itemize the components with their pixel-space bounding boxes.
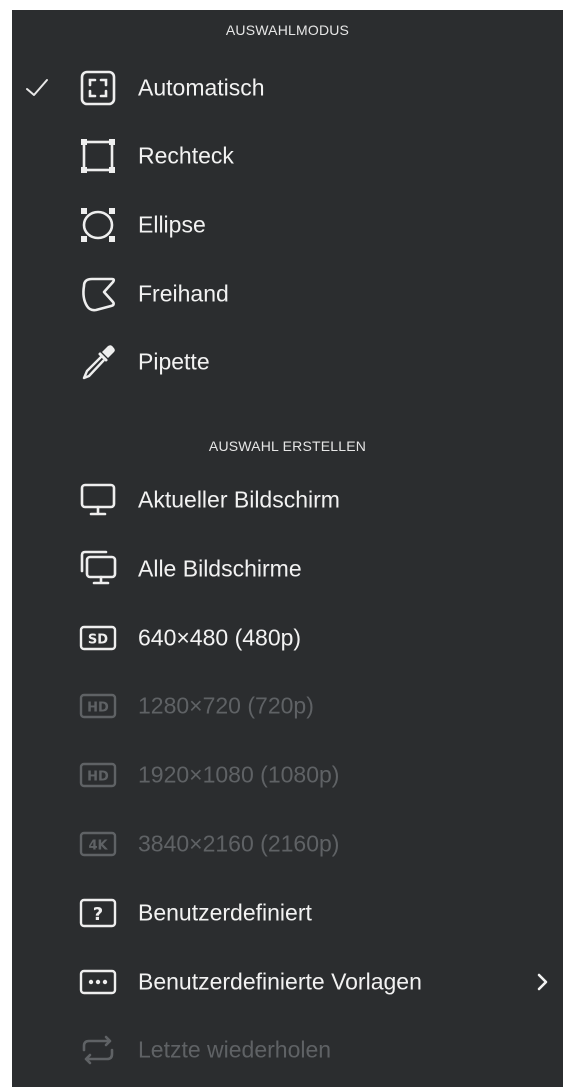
svg-text:HD: HD bbox=[87, 770, 109, 785]
menu-item-current-screen[interactable]: Aktueller Bildschirm bbox=[12, 474, 563, 526]
svg-text:SD: SD bbox=[88, 633, 108, 648]
rectangle-select-icon bbox=[78, 136, 118, 176]
menu-item-label: 1280×720 (720p) bbox=[138, 692, 314, 719]
menu-item-label: 1920×1080 (1080p) bbox=[138, 761, 340, 788]
menu-item-label: Rechteck bbox=[138, 142, 234, 169]
menu-item-label: Aktueller Bildschirm bbox=[138, 486, 340, 513]
menu-item-label: Benutzerdefiniert bbox=[138, 899, 312, 926]
menu-item-ellipse[interactable]: Ellipse bbox=[12, 199, 563, 251]
hd-icon: HD bbox=[78, 686, 118, 726]
menu-item-label: Benutzerdefinierte Vorlagen bbox=[138, 968, 422, 995]
menu-item-label: Alle Bildschirme bbox=[138, 555, 302, 582]
svg-text:HD: HD bbox=[87, 701, 109, 716]
sd-icon: SD bbox=[78, 618, 118, 658]
menu-item-label: Automatisch bbox=[138, 74, 265, 101]
menu-item-label: Letzte wiederholen bbox=[138, 1036, 332, 1063]
more-icon bbox=[78, 962, 118, 1002]
menu-item-rectangle[interactable]: Rechteck bbox=[12, 130, 563, 182]
ellipse-select-icon bbox=[78, 205, 118, 245]
menu-item-label: Pipette bbox=[138, 348, 210, 375]
menu-item-label: 3840×2160 (2160p) bbox=[138, 830, 340, 857]
freehand-select-icon bbox=[78, 274, 118, 314]
chevron-right-icon bbox=[536, 972, 550, 992]
4k-icon: 4K bbox=[78, 824, 118, 864]
menu-item-freehand[interactable]: Freihand bbox=[12, 268, 563, 320]
svg-text:4K: 4K bbox=[88, 839, 108, 854]
menu-item-label: Freihand bbox=[138, 280, 229, 307]
menu-item-custom[interactable]: ? Benutzerdefiniert bbox=[12, 887, 563, 939]
section-header-selection-mode: AUSWAHLMODUS bbox=[225, 22, 350, 38]
question-icon: ? bbox=[78, 893, 118, 933]
menu-item-1280x720: HD 1280×720 (720p) bbox=[12, 680, 563, 732]
menu-item-640x480[interactable]: SD 640×480 (480p) bbox=[12, 612, 563, 664]
menu-item-custom-presets[interactable]: Benutzerdefinierte Vorlagen bbox=[12, 956, 563, 1008]
menu-item-automatic[interactable]: Automatisch bbox=[12, 62, 563, 114]
repeat-icon bbox=[78, 1030, 118, 1070]
svg-text:?: ? bbox=[93, 904, 103, 925]
hd-icon: HD bbox=[78, 755, 118, 795]
menu-item-label: Ellipse bbox=[138, 211, 206, 238]
menu-item-3840x2160: 4K 3840×2160 (2160p) bbox=[12, 818, 563, 870]
multi-monitor-icon bbox=[78, 549, 118, 589]
menu-item-1920x1080: HD 1920×1080 (1080p) bbox=[12, 749, 563, 801]
menu-item-all-screens[interactable]: Alle Bildschirme bbox=[12, 543, 563, 595]
monitor-icon bbox=[78, 480, 118, 520]
menu-item-label: 640×480 (480p) bbox=[138, 624, 302, 651]
section-header-create-selection: AUSWAHL ERSTELLEN bbox=[208, 438, 367, 454]
eyedropper-icon bbox=[78, 342, 118, 382]
selection-menu: AUSWAHLMODUS Automatisch Rechteck Ellips… bbox=[12, 10, 563, 1087]
checkmark-icon bbox=[24, 75, 50, 101]
menu-item-eyedropper[interactable]: Pipette bbox=[12, 336, 563, 388]
menu-item-repeat-last: Letzte wiederholen bbox=[12, 1024, 563, 1076]
auto-select-icon bbox=[78, 68, 118, 108]
